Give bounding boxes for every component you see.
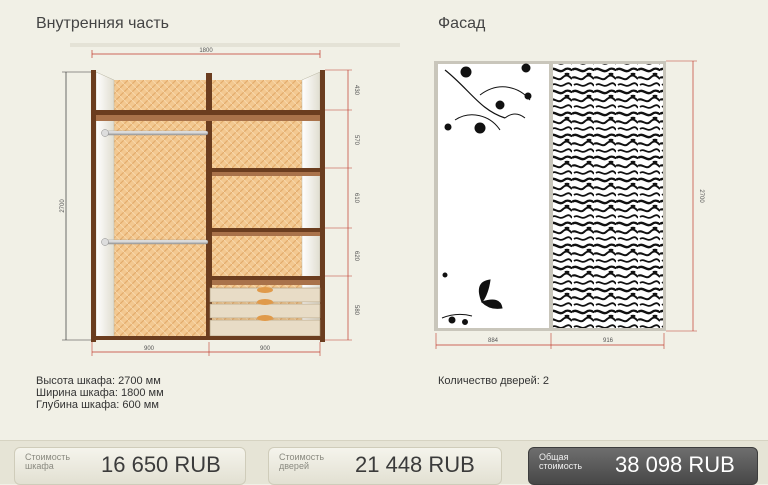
dim-total-width: 1800 bbox=[199, 48, 213, 54]
doors-cost-value: 21 448 RUB bbox=[355, 452, 475, 477]
total-cost-button[interactable]: Общая стоимость 38 098 RUB bbox=[528, 447, 758, 485]
dim-facade-left: 884 bbox=[488, 338, 499, 344]
dim-shelf-3: 610 bbox=[353, 193, 359, 204]
door-count: Количество дверей: 2 bbox=[438, 375, 549, 387]
info-depth: Глубина шкафа: 600 мм bbox=[36, 399, 159, 411]
facade-drawing: 2700 884 916 bbox=[434, 60, 704, 349]
drawers bbox=[209, 287, 321, 337]
info-width: Ширина шкафа: 1800 мм bbox=[36, 387, 164, 399]
dim-bottom-right: 900 bbox=[260, 346, 271, 352]
doors-cost-label: Стоимость дверей bbox=[279, 452, 325, 471]
facade-door-right bbox=[553, 64, 663, 328]
dim-shelf-4: 620 bbox=[353, 251, 359, 262]
dim-bottom-left: 900 bbox=[144, 346, 155, 352]
dim-shelf-2: 570 bbox=[353, 135, 359, 146]
dim-total-height: 2700 bbox=[60, 199, 66, 213]
facade-door-left bbox=[438, 64, 549, 328]
wardrobe-cost-label: Стоимость шкафа bbox=[25, 452, 71, 471]
total-cost-value: 38 098 RUB bbox=[615, 452, 735, 477]
wardrobe-info: Высота шкафа: 2700 мм Ширина шкафа: 1800… bbox=[36, 375, 164, 411]
dim-shelf-5: 580 bbox=[353, 305, 359, 316]
wardrobe-cost-button[interactable]: Стоимость шкафа 16 650 RUB bbox=[14, 447, 246, 485]
info-height: Высота шкафа: 2700 мм bbox=[36, 375, 161, 387]
dim-facade-right: 916 bbox=[603, 338, 614, 344]
dim-shelf-1: 430 bbox=[353, 85, 359, 96]
doors-cost-button[interactable]: Стоимость дверей 21 448 RUB bbox=[268, 447, 502, 485]
dim-facade-height: 2700 bbox=[698, 189, 704, 203]
interior-drawing: 1800 2700 430 570 610 620 580 900 900 bbox=[60, 43, 400, 356]
total-cost-label: Общая стоимость bbox=[539, 452, 583, 471]
wardrobe-cost-value: 16 650 RUB bbox=[101, 452, 221, 477]
